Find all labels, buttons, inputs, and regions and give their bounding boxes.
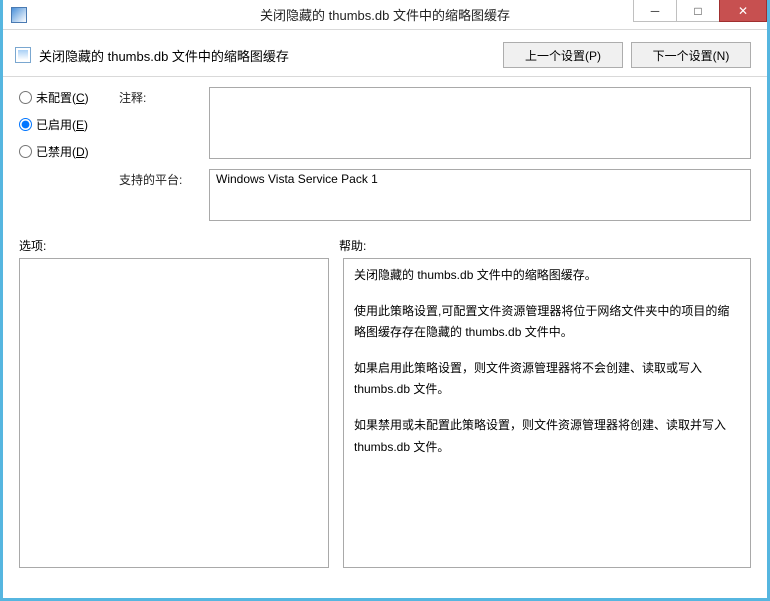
- radio-disabled-input[interactable]: [19, 145, 32, 158]
- previous-setting-label: 上一个设置(P): [525, 49, 601, 63]
- next-setting-button[interactable]: 下一个设置(N): [631, 42, 751, 68]
- policy-title: 关闭隐藏的 thumbs.db 文件中的缩略图缓存: [39, 46, 495, 65]
- close-button[interactable]: ✕: [719, 0, 767, 22]
- help-panel[interactable]: 关闭隐藏的 thumbs.db 文件中的缩略图缓存。 使用此策略设置,可配置文件…: [343, 258, 751, 568]
- help-label: 帮助:: [339, 237, 366, 254]
- header-row: 关闭隐藏的 thumbs.db 文件中的缩略图缓存 上一个设置(P) 下一个设置…: [3, 30, 767, 77]
- panels-row: 关闭隐藏的 thumbs.db 文件中的缩略图缓存。 使用此策略设置,可配置文件…: [3, 258, 767, 568]
- radio-enabled-label: 已启用(E): [36, 116, 88, 133]
- section-labels: 选项: 帮助:: [3, 229, 767, 258]
- radio-not-configured-label: 未配置(C): [36, 89, 89, 106]
- radio-not-configured-input[interactable]: [19, 91, 32, 104]
- maximize-button[interactable]: □: [676, 0, 720, 22]
- comment-label: 注释:: [119, 87, 209, 106]
- platform-label: 支持的平台:: [119, 169, 209, 188]
- radio-enabled[interactable]: 已启用(E): [19, 116, 119, 133]
- help-p1: 关闭隐藏的 thumbs.db 文件中的缩略图缓存。: [354, 265, 740, 287]
- window-icon: [11, 7, 27, 23]
- next-setting-label: 下一个设置(N): [653, 49, 730, 63]
- platform-box: Windows Vista Service Pack 1: [209, 169, 751, 221]
- platform-value: Windows Vista Service Pack 1: [216, 172, 378, 186]
- comment-textarea[interactable]: [209, 87, 751, 159]
- radio-disabled[interactable]: 已禁用(D): [19, 143, 119, 160]
- policy-icon: [15, 47, 31, 63]
- options-panel[interactable]: [19, 258, 329, 568]
- help-p4: 如果禁用或未配置此策略设置，则文件资源管理器将创建、读取并写入 thumbs.d…: [354, 415, 740, 458]
- fields-column: 注释: 支持的平台: Windows Vista Service Pack 1: [119, 87, 751, 221]
- help-p2: 使用此策略设置,可配置文件资源管理器将位于网络文件夹中的项目的缩略图缓存存在隐藏…: [354, 301, 740, 344]
- config-area: 未配置(C) 已启用(E) 已禁用(D) 注释: 支持的平台: Windows …: [3, 77, 767, 229]
- previous-setting-button[interactable]: 上一个设置(P): [503, 42, 623, 68]
- options-label: 选项:: [19, 237, 339, 254]
- minimize-button[interactable]: ─: [633, 0, 677, 22]
- titlebar: 关闭隐藏的 thumbs.db 文件中的缩略图缓存 ─ □ ✕: [3, 0, 767, 30]
- radio-enabled-input[interactable]: [19, 118, 32, 131]
- radio-group: 未配置(C) 已启用(E) 已禁用(D): [19, 87, 119, 221]
- radio-not-configured[interactable]: 未配置(C): [19, 89, 119, 106]
- window-buttons: ─ □ ✕: [634, 0, 767, 24]
- radio-disabled-label: 已禁用(D): [36, 143, 89, 160]
- help-p3: 如果启用此策略设置，则文件资源管理器将不会创建、读取或写入 thumbs.db …: [354, 358, 740, 401]
